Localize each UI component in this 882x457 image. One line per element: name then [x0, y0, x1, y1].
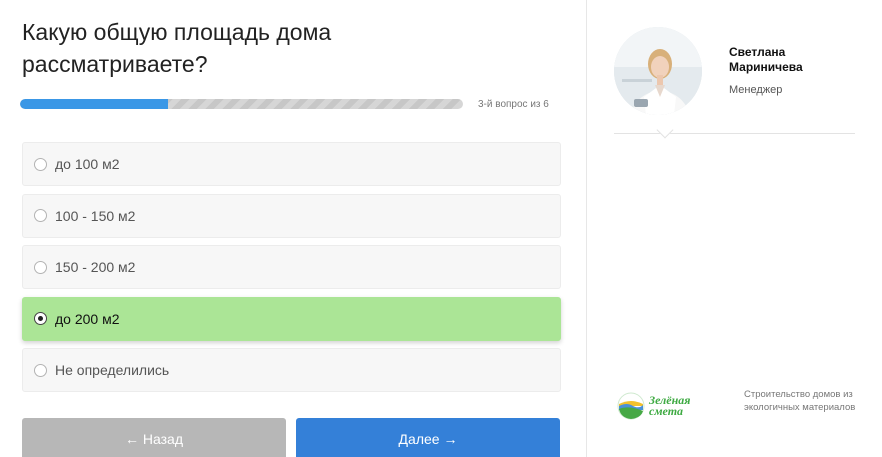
speech-notch: [656, 121, 674, 139]
progress-label: 3-й вопрос из 6: [478, 99, 549, 110]
progress-fill: [20, 99, 168, 109]
radio-button[interactable]: [34, 260, 47, 274]
radio-button[interactable]: [34, 312, 47, 325]
brand-tagline: Строительство домов из экологичных матер…: [744, 389, 856, 413]
brand-logo: Зелёная смета: [617, 392, 690, 420]
option-item[interactable]: Не определились: [22, 348, 561, 392]
radio-button[interactable]: [34, 209, 47, 222]
radio-button[interactable]: [34, 363, 47, 377]
avatar-photo: [614, 27, 702, 115]
option-label: до 100 м2: [55, 156, 120, 172]
quiz-panel: Какую общую площадь дома рассматриваете?…: [0, 0, 586, 457]
back-button[interactable]: ← Назад: [22, 418, 286, 457]
option-label: 150 - 200 м2: [55, 259, 136, 275]
progress-bar: [20, 99, 463, 109]
option-item[interactable]: 150 - 200 м2: [22, 245, 561, 289]
manager-role: Менеджер: [729, 84, 783, 96]
option-label: 100 - 150 м2: [55, 207, 136, 224]
manager-avatar: [614, 27, 702, 115]
question-title: Какую общую площадь дома рассматриваете?: [22, 19, 332, 77]
landscape-logo-icon: [617, 392, 645, 420]
next-button[interactable]: Далее →: [296, 418, 560, 457]
chat-divider: [614, 133, 855, 134]
brand-name-line2: смета: [649, 404, 684, 418]
radio-button[interactable]: [34, 157, 47, 171]
manager-name: Светлана Мариничева: [729, 45, 803, 74]
answer-options: до 100 м2 100 - 150 м2 150 - 200 м2 до 2…: [22, 142, 561, 400]
option-item[interactable]: 100 - 150 м2: [22, 193, 561, 238]
option-item[interactable]: до 200 м2: [22, 296, 561, 341]
option-label: Не определились: [55, 362, 170, 378]
brand-name: Зелёная смета: [649, 394, 690, 418]
manager-panel: Светлана Мариничева Менеджер Зелёная сме…: [587, 0, 882, 457]
option-item[interactable]: до 100 м2: [22, 142, 561, 186]
option-label: до 200 м2: [55, 310, 120, 327]
